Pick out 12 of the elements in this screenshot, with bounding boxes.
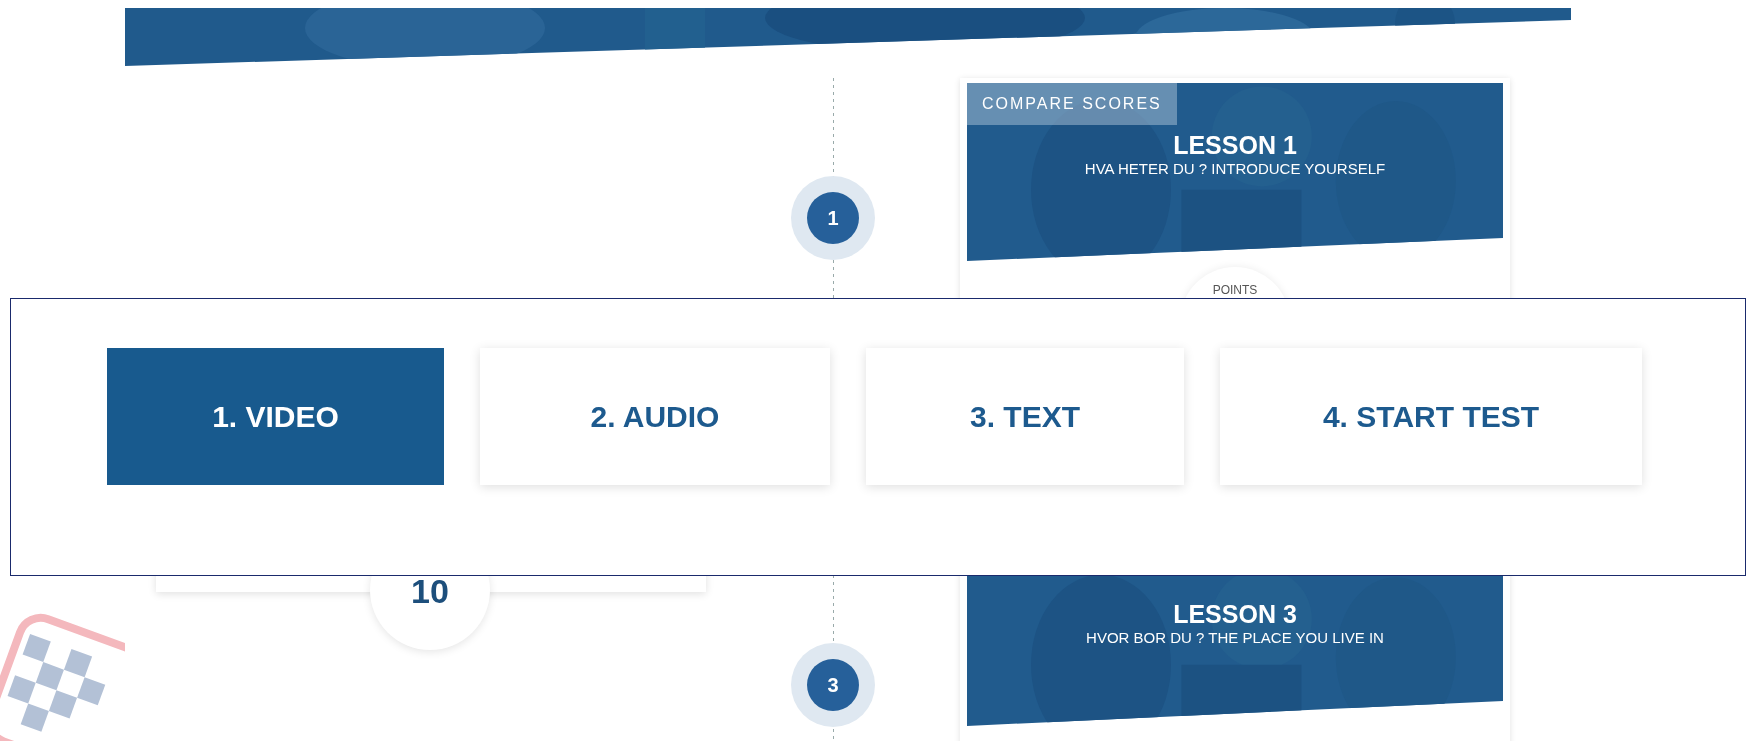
step-number: 1 [807,192,859,244]
step-tab[interactable]: 1. VIDEO [107,348,444,485]
lesson-subtitle: HVA HETER DU ? INTRODUCE YOURSELF [1084,159,1386,178]
lesson-subtitle: HVOR BOR DU ? THE PLACE YOU LIVE IN [1086,628,1384,647]
step-tab[interactable]: 4. START TEST [1220,348,1642,485]
step-tab[interactable]: 3. TEXT [866,348,1184,485]
step-tab[interactable]: 2. AUDIO [480,348,830,485]
step-number: 3 [807,659,859,711]
score-value: 10 [411,574,449,608]
lesson-title: LESSON 1 [1173,132,1297,160]
lesson-title: LESSON 3 [1173,601,1297,629]
points-label: POINTS [1212,282,1258,299]
